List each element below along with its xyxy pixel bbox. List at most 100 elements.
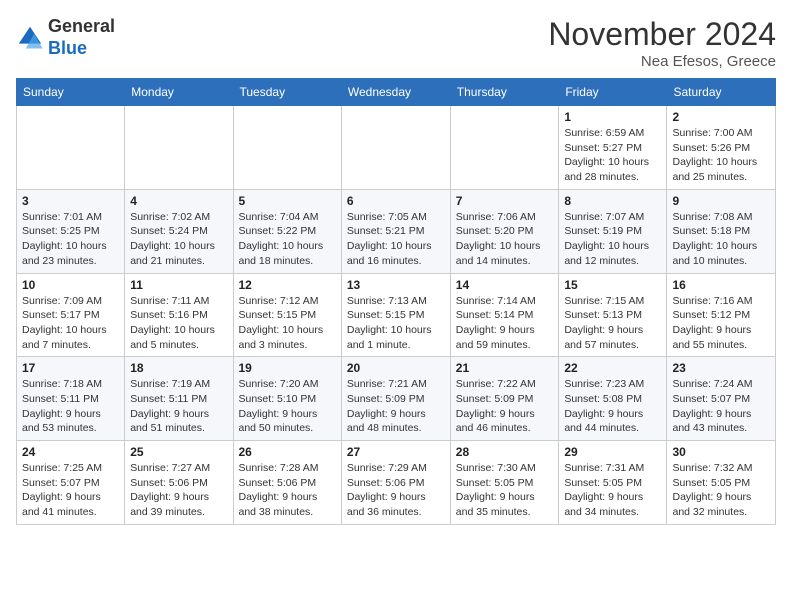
day-number: 22 [564, 361, 661, 375]
calendar-cell: 30Sunrise: 7:32 AMSunset: 5:05 PMDayligh… [667, 441, 776, 525]
day-info: Sunrise: 6:59 AMSunset: 5:27 PMDaylight:… [564, 126, 661, 185]
day-number: 26 [239, 445, 336, 459]
calendar-week-row: 3Sunrise: 7:01 AMSunset: 5:25 PMDaylight… [17, 189, 776, 273]
day-info: Sunrise: 7:21 AMSunset: 5:09 PMDaylight:… [347, 377, 445, 436]
day-info: Sunrise: 7:06 AMSunset: 5:20 PMDaylight:… [456, 210, 554, 269]
calendar-cell: 11 Sunrise: 7:11 AMSunset: 5:16 PMDayligh… [125, 273, 233, 357]
day-info: Sunrise: 7:28 AMSunset: 5:06 PMDaylight:… [239, 461, 336, 520]
day-number: 5 [239, 194, 336, 208]
calendar-cell: 20 Sunrise: 7:21 AMSunset: 5:09 PMDayligh… [341, 357, 450, 441]
location-subtitle: Nea Efesos, Greece [548, 53, 776, 70]
calendar-week-row: 1 Sunrise: 6:59 AMSunset: 5:27 PMDaylight… [17, 106, 776, 190]
day-info: Sunrise: 7:11 AMSunset: 5:16 PMDaylight:… [130, 294, 227, 353]
day-number: 20 [347, 361, 445, 375]
day-number: 4 [130, 194, 227, 208]
calendar-cell: 19 Sunrise: 7:20 AMSunset: 5:10 PMDayligh… [233, 357, 341, 441]
day-number: 7 [456, 194, 554, 208]
month-title: November 2024 [548, 16, 776, 53]
day-info: Sunrise: 7:20 AMSunset: 5:10 PMDaylight:… [239, 377, 336, 436]
day-number: 10 [22, 278, 119, 292]
calendar-week-row: 24 Sunrise: 7:25 AMSunset: 5:07 PMDayligh… [17, 441, 776, 525]
day-number: 11 [130, 278, 227, 292]
weekday-header: Thursday [450, 79, 559, 106]
logo-icon [16, 24, 44, 52]
calendar-cell: 17 Sunrise: 7:18 AMSunset: 5:11 PMDayligh… [17, 357, 125, 441]
day-number: 14 [456, 278, 554, 292]
day-number: 29 [564, 445, 661, 459]
weekday-header: Monday [125, 79, 233, 106]
title-block: November 2024 Nea Efesos, Greece [548, 16, 776, 70]
day-number: 13 [347, 278, 445, 292]
day-info: Sunrise: 7:00 AMSunset: 5:26 PMDaylight:… [672, 126, 770, 185]
calendar-week-row: 17 Sunrise: 7:18 AMSunset: 5:11 PMDayligh… [17, 357, 776, 441]
calendar-cell: 22 Sunrise: 7:23 AMSunset: 5:08 PMDayligh… [559, 357, 667, 441]
day-info: Sunrise: 7:12 AMSunset: 5:15 PMDaylight:… [239, 294, 336, 353]
day-number: 16 [672, 278, 770, 292]
day-number: 27 [347, 445, 445, 459]
day-info: Sunrise: 7:18 AMSunset: 5:11 PMDaylight:… [22, 377, 119, 436]
calendar-cell: 16 Sunrise: 7:16 AMSunset: 5:12 PMDayligh… [667, 273, 776, 357]
calendar-cell: 10 Sunrise: 7:09 AMSunset: 5:17 PMDayligh… [17, 273, 125, 357]
day-number: 1 [564, 110, 661, 124]
day-info: Sunrise: 7:05 AMSunset: 5:21 PMDaylight:… [347, 210, 445, 269]
calendar-cell: 4 Sunrise: 7:02 AMSunset: 5:24 PMDaylight… [125, 189, 233, 273]
weekday-header: Friday [559, 79, 667, 106]
day-number: 21 [456, 361, 554, 375]
calendar-cell: 1 Sunrise: 6:59 AMSunset: 5:27 PMDaylight… [559, 106, 667, 190]
day-info: Sunrise: 7:07 AMSunset: 5:19 PMDaylight:… [564, 210, 661, 269]
day-info: Sunrise: 7:13 AMSunset: 5:15 PMDaylight:… [347, 294, 445, 353]
day-number: 17 [22, 361, 119, 375]
weekday-header-row: SundayMondayTuesdayWednesdayThursdayFrid… [17, 79, 776, 106]
day-number: 19 [239, 361, 336, 375]
calendar-cell: 12 Sunrise: 7:12 AMSunset: 5:15 PMDayligh… [233, 273, 341, 357]
day-info: Sunrise: 7:14 AMSunset: 5:14 PMDaylight:… [456, 294, 554, 353]
day-number: 6 [347, 194, 445, 208]
day-number: 3 [22, 194, 119, 208]
day-number: 2 [672, 110, 770, 124]
day-info: Sunrise: 7:15 AMSunset: 5:13 PMDaylight:… [564, 294, 661, 353]
day-info: Sunrise: 7:02 AMSunset: 5:24 PMDaylight:… [130, 210, 227, 269]
calendar-cell [17, 106, 125, 190]
calendar-cell [125, 106, 233, 190]
day-number: 25 [130, 445, 227, 459]
day-info: Sunrise: 7:27 AMSunset: 5:06 PMDaylight:… [130, 461, 227, 520]
calendar-cell: 2 Sunrise: 7:00 AMSunset: 5:26 PMDaylight… [667, 106, 776, 190]
day-number: 12 [239, 278, 336, 292]
weekday-header: Wednesday [341, 79, 450, 106]
page-header: General Blue November 2024 Nea Efesos, G… [16, 16, 776, 70]
day-info: Sunrise: 7:29 AMSunset: 5:06 PMDaylight:… [347, 461, 445, 520]
day-info: Sunrise: 7:23 AMSunset: 5:08 PMDaylight:… [564, 377, 661, 436]
calendar-cell: 28Sunrise: 7:30 AMSunset: 5:05 PMDayligh… [450, 441, 559, 525]
day-info: Sunrise: 7:16 AMSunset: 5:12 PMDaylight:… [672, 294, 770, 353]
calendar-cell [233, 106, 341, 190]
day-number: 18 [130, 361, 227, 375]
day-info: Sunrise: 7:19 AMSunset: 5:11 PMDaylight:… [130, 377, 227, 436]
logo: General Blue [16, 16, 115, 59]
calendar-cell: 8 Sunrise: 7:07 AMSunset: 5:19 PMDaylight… [559, 189, 667, 273]
day-number: 24 [22, 445, 119, 459]
weekday-header: Sunday [17, 79, 125, 106]
weekday-header: Tuesday [233, 79, 341, 106]
day-number: 15 [564, 278, 661, 292]
day-number: 9 [672, 194, 770, 208]
day-info: Sunrise: 7:08 AMSunset: 5:18 PMDaylight:… [672, 210, 770, 269]
calendar-cell [341, 106, 450, 190]
day-number: 8 [564, 194, 661, 208]
calendar-cell: 15 Sunrise: 7:15 AMSunset: 5:13 PMDayligh… [559, 273, 667, 357]
calendar-cell: 3Sunrise: 7:01 AMSunset: 5:25 PMDaylight… [17, 189, 125, 273]
day-info: Sunrise: 7:04 AMSunset: 5:22 PMDaylight:… [239, 210, 336, 269]
day-info: Sunrise: 7:31 AMSunset: 5:05 PMDaylight:… [564, 461, 661, 520]
day-info: Sunrise: 7:09 AMSunset: 5:17 PMDaylight:… [22, 294, 119, 353]
day-info: Sunrise: 7:24 AMSunset: 5:07 PMDaylight:… [672, 377, 770, 436]
calendar-cell: 7 Sunrise: 7:06 AMSunset: 5:20 PMDaylight… [450, 189, 559, 273]
calendar-cell [450, 106, 559, 190]
calendar-cell: 14 Sunrise: 7:14 AMSunset: 5:14 PMDayligh… [450, 273, 559, 357]
calendar-cell: 5 Sunrise: 7:04 AMSunset: 5:22 PMDaylight… [233, 189, 341, 273]
calendar-cell: 29 Sunrise: 7:31 AMSunset: 5:05 PMDayligh… [559, 441, 667, 525]
calendar-cell: 6 Sunrise: 7:05 AMSunset: 5:21 PMDaylight… [341, 189, 450, 273]
logo-blue-text: Blue [48, 38, 87, 58]
day-info: Sunrise: 7:25 AMSunset: 5:07 PMDaylight:… [22, 461, 119, 520]
day-number: 23 [672, 361, 770, 375]
calendar-cell: 13 Sunrise: 7:13 AMSunset: 5:15 PMDayligh… [341, 273, 450, 357]
day-number: 30 [672, 445, 770, 459]
